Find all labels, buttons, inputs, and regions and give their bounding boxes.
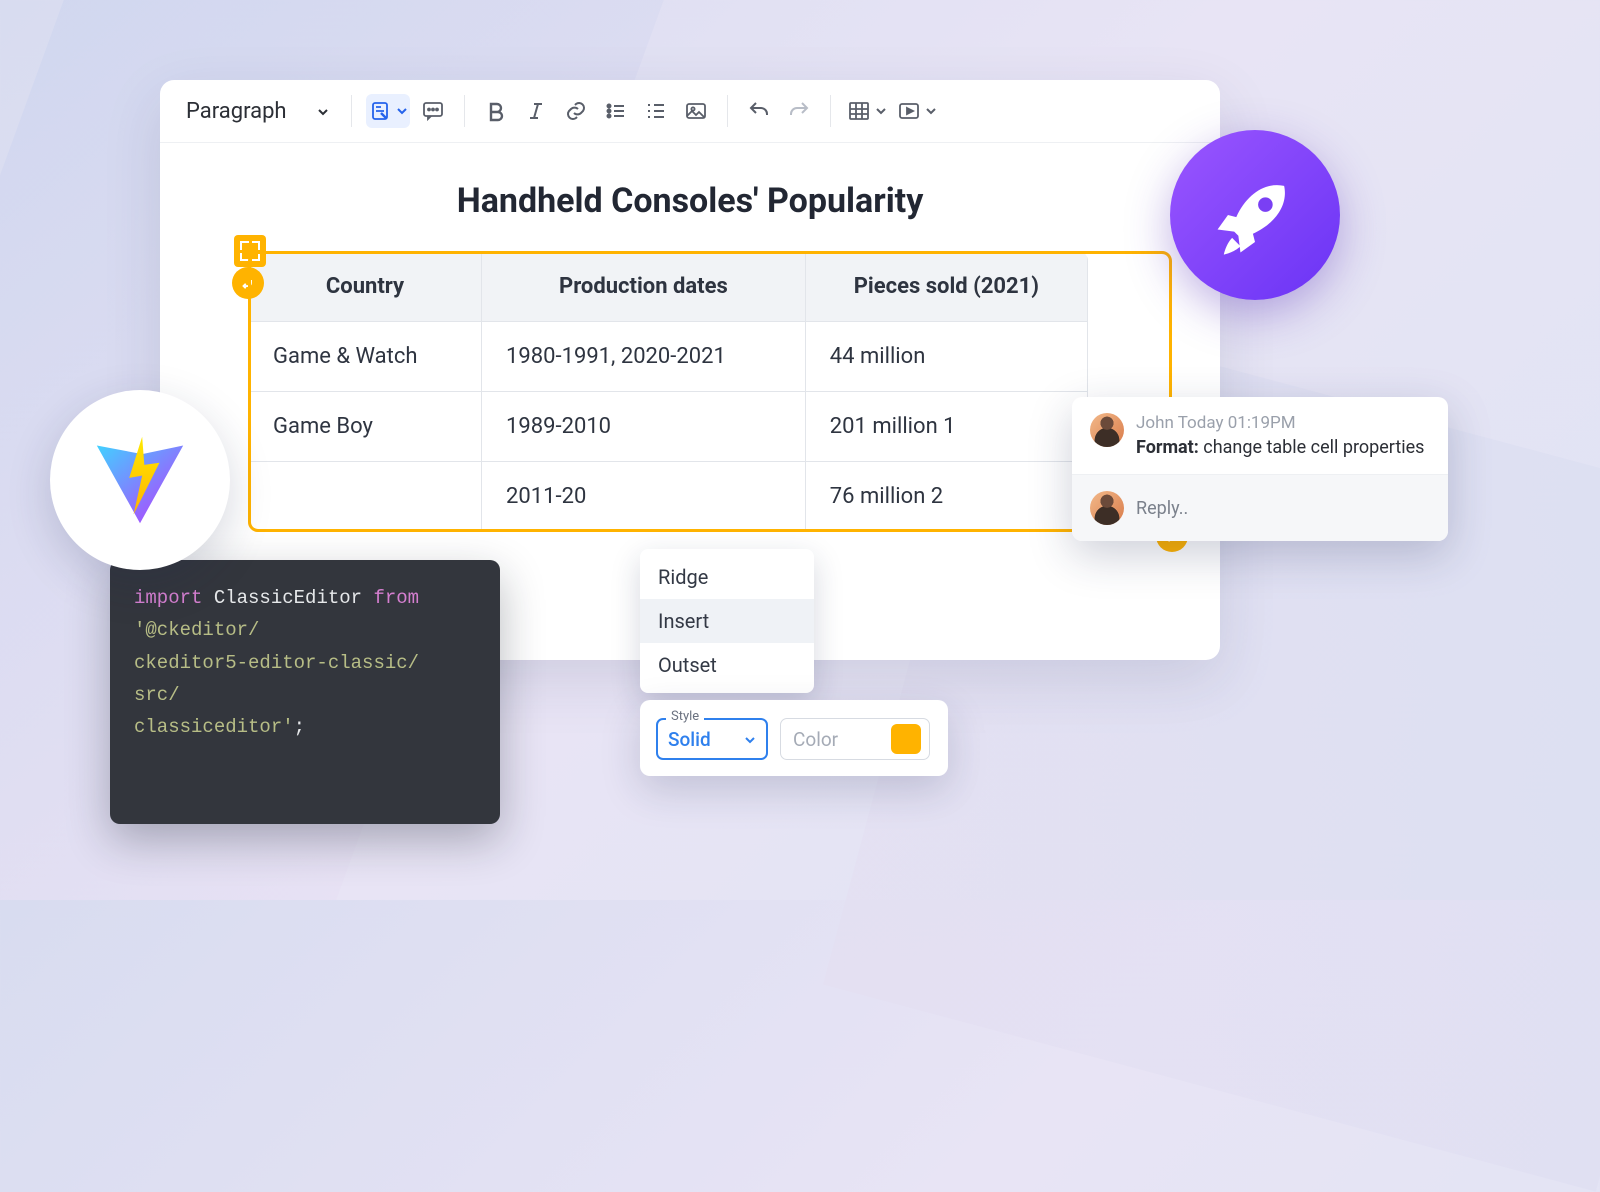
table-cell[interactable]: 2011-20 [482,462,806,532]
avatar [1090,491,1124,525]
vite-logo-badge [50,390,230,570]
toolbar-divider [727,95,728,127]
comment-entry[interactable]: John Today 01:19PM Format: change table … [1072,397,1448,474]
table-row: Game Boy 1989-2010 201 million 1 [249,392,1088,462]
toolbar: Paragraph [160,80,1220,143]
comment-panel: John Today 01:19PM Format: change table … [1072,397,1448,541]
table-cell[interactable]: 1980-1991, 2020-2021 [482,322,806,392]
paragraph-before-button[interactable] [232,267,264,299]
border-style-value: Solid [668,728,711,751]
undo-button[interactable] [742,94,776,128]
image-button[interactable] [679,94,713,128]
cell-properties-panel: Style Solid Color [640,700,948,776]
media-button[interactable] [895,94,939,128]
code-line: import ClassicEditor from [134,582,476,614]
reply-input[interactable]: Reply.. [1072,474,1448,541]
comment-meta: John Today 01:19PM [1136,413,1424,433]
comment-author: John [1136,413,1174,433]
code-line: src/ [134,679,476,711]
data-table[interactable]: Country Production dates Pieces sold (20… [248,251,1088,532]
rocket-icon [1203,163,1307,267]
toolbar-divider [351,95,352,127]
table-header[interactable]: Pieces sold (2021) [805,252,1087,322]
comment-timestamp: Today 01:19PM [1178,413,1296,433]
redo-button[interactable] [782,94,816,128]
table-cell[interactable]: 44 million [805,322,1087,392]
avatar [1090,413,1124,447]
border-style-select[interactable]: Solid [656,718,768,760]
toolbar-divider [464,95,465,127]
vite-icon [86,426,194,534]
table-header[interactable]: Country [249,252,482,322]
table-cell[interactable]: Game Boy [249,392,482,462]
highlight-button[interactable] [366,94,410,128]
numbered-list-button[interactable] [639,94,673,128]
dropdown-item[interactable]: Insert [640,599,814,643]
color-swatch[interactable] [891,724,921,754]
table-header[interactable]: Production dates [482,252,806,322]
format-prefix: Format: [1136,437,1199,458]
table-row: 2011-20 76 million 2 [249,462,1088,532]
paragraph-style-label: Paragraph [186,99,287,124]
rocket-badge [1170,130,1340,300]
chevron-down-icon [925,105,937,117]
style-legend: Style [666,709,704,724]
italic-button[interactable] [519,94,553,128]
document-title[interactable]: Handheld Consoles' Popularity [208,181,1172,221]
dropdown-item[interactable]: Outset [640,643,814,687]
code-line: classiceditor'; [134,711,476,743]
table-cell[interactable] [249,462,482,532]
toolbar-divider [830,95,831,127]
table-row: Game & Watch 1980-1991, 2020-2021 44 mil… [249,322,1088,392]
comment-text: change table cell properties [1199,437,1425,458]
table-cell[interactable]: 76 million 2 [805,462,1087,532]
chevron-down-icon [396,105,408,117]
table-button[interactable] [845,94,889,128]
bold-button[interactable] [479,94,513,128]
table-selection: Country Production dates Pieces sold (20… [248,251,1172,532]
bulleted-list-button[interactable] [599,94,633,128]
color-placeholder: Color [793,728,838,751]
comment-button[interactable] [416,94,450,128]
chevron-down-icon [875,105,887,117]
border-style-dropdown: Ridge Insert Outset [640,549,814,693]
table-cell[interactable]: 201 million 1 [805,392,1087,462]
chevron-down-icon [317,99,329,124]
dropdown-item[interactable]: Ridge [640,555,814,599]
chevron-down-icon [744,728,756,751]
comment-body: Format: change table cell properties [1136,437,1424,458]
code-snippet: import ClassicEditor from '@ckeditor/ ck… [110,560,500,824]
expand-handle-icon[interactable] [234,235,266,267]
table-cell[interactable]: 1989-2010 [482,392,806,462]
code-line: '@ckeditor/ [134,614,476,646]
reply-placeholder: Reply.. [1136,498,1188,519]
border-color-input[interactable]: Color [780,718,930,760]
paragraph-style-select[interactable]: Paragraph [182,95,337,128]
table-cell[interactable]: Game & Watch [249,322,482,392]
style-field-wrapper: Style Solid [656,718,768,760]
code-line: ckeditor5-editor-classic/ [134,647,476,679]
link-button[interactable] [559,94,593,128]
editor-body[interactable]: Handheld Consoles' Popularity Country Pr… [160,143,1220,562]
